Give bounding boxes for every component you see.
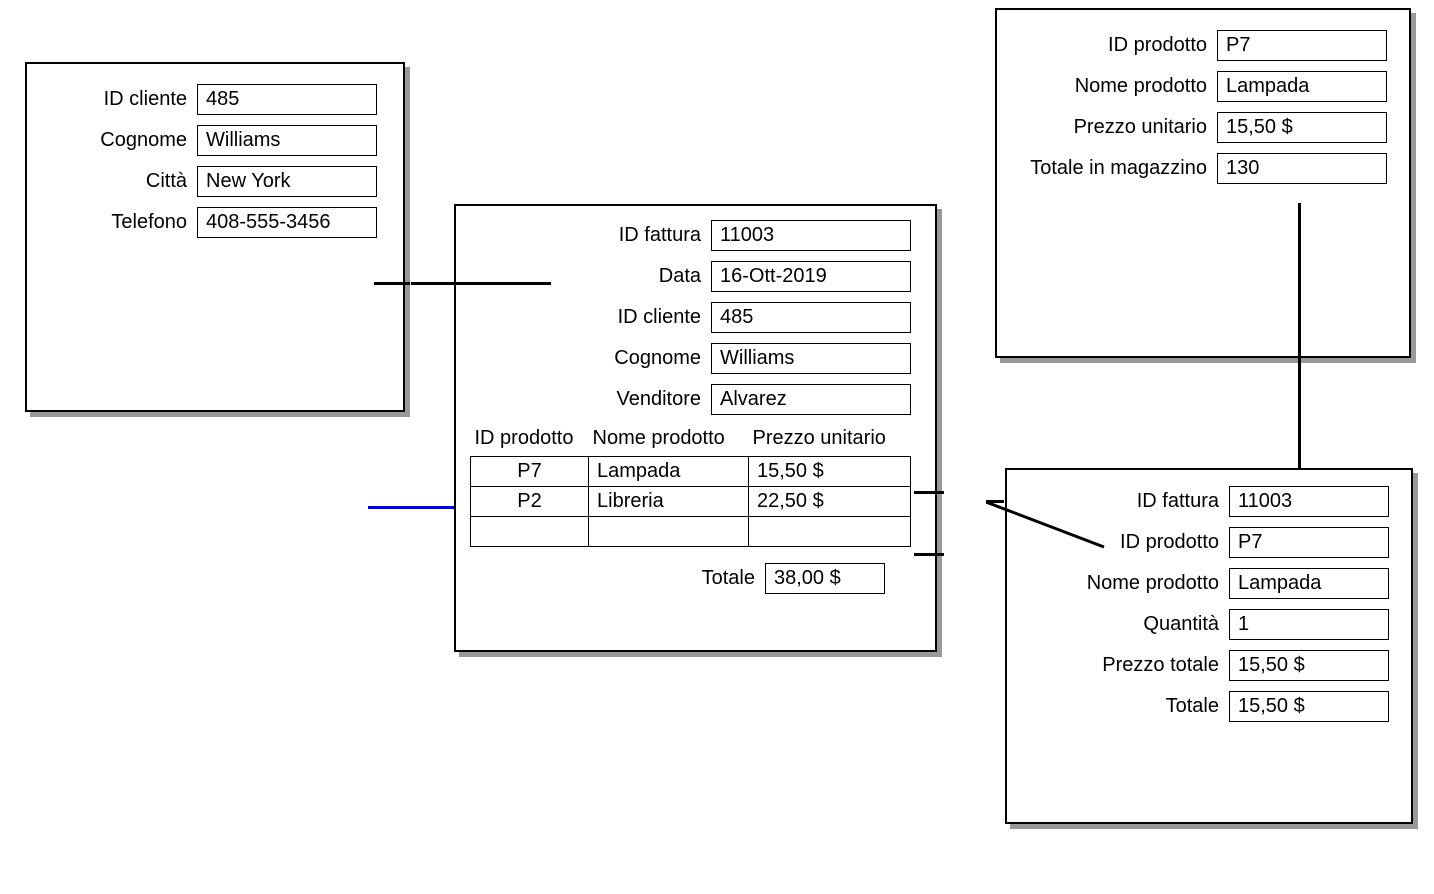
cell-unit-price[interactable] bbox=[749, 517, 911, 547]
invoice-date-field[interactable]: 16-Ott-2019 bbox=[711, 261, 911, 292]
cell-product-name[interactable]: Libreria bbox=[589, 487, 749, 517]
table-row bbox=[471, 517, 911, 547]
lineitem-total-field[interactable]: 15,50 $ bbox=[1229, 691, 1389, 722]
invoice-surname-label: Cognome bbox=[456, 347, 711, 370]
invoice-id-field[interactable]: 11003 bbox=[711, 220, 911, 251]
product-price-label: Prezzo unitario bbox=[997, 116, 1217, 139]
invoice-products-table: ID prodotto Nome prodotto Prezzo unitari… bbox=[470, 425, 911, 547]
lineitem-product-name-label: Nome prodotto bbox=[1007, 572, 1229, 595]
connector-product-lineitem-v2 bbox=[1298, 358, 1301, 468]
product-id-field[interactable]: P7 bbox=[1217, 30, 1387, 61]
cell-unit-price[interactable]: 15,50 $ bbox=[749, 457, 911, 487]
cell-unit-price[interactable]: 22,50 $ bbox=[749, 487, 911, 517]
table-row: P7 Lampada 15,50 $ bbox=[471, 457, 911, 487]
invoice-panel: ID fattura 11003 Data 16-Ott-2019 ID cli… bbox=[454, 204, 937, 652]
cell-product-id[interactable]: P7 bbox=[471, 457, 589, 487]
cell-product-name[interactable]: Lampada bbox=[589, 457, 749, 487]
cell-product-id[interactable] bbox=[471, 517, 589, 547]
invoice-client-id-label: ID cliente bbox=[456, 306, 711, 329]
table-row: P2 Libreria 22,50 $ bbox=[471, 487, 911, 517]
lineitem-quantity-label: Quantità bbox=[1007, 613, 1229, 636]
invoice-id-label: ID fattura bbox=[456, 224, 711, 247]
client-city-label: Città bbox=[27, 170, 197, 193]
client-id-label: ID cliente bbox=[27, 88, 197, 111]
lineitem-quantity-field[interactable]: 1 bbox=[1229, 609, 1389, 640]
lineitem-total-label: Totale bbox=[1007, 695, 1229, 718]
client-surname-field[interactable]: Williams bbox=[197, 125, 377, 156]
connector-client-invoice bbox=[374, 282, 410, 285]
cell-product-id[interactable]: P2 bbox=[471, 487, 589, 517]
client-surname-label: Cognome bbox=[27, 129, 197, 152]
connector-table-row1-right bbox=[914, 491, 944, 494]
product-id-label: ID prodotto bbox=[997, 34, 1217, 57]
th-product-name: Nome prodotto bbox=[589, 425, 749, 457]
invoice-seller-field[interactable]: Alvarez bbox=[711, 384, 911, 415]
lineitem-product-name-field[interactable]: Lampada bbox=[1229, 568, 1389, 599]
lineitem-invoice-id-field[interactable]: 11003 bbox=[1229, 486, 1389, 517]
th-unit-price: Prezzo unitario bbox=[749, 425, 911, 457]
product-stock-label: Totale in magazzino bbox=[997, 157, 1217, 180]
connector-client-invoice bbox=[411, 282, 551, 285]
cell-product-name[interactable] bbox=[589, 517, 749, 547]
invoice-seller-label: Venditore bbox=[456, 388, 711, 411]
invoice-total-label: Totale bbox=[702, 567, 765, 590]
lineitem-total-price-label: Prezzo totale bbox=[1007, 654, 1229, 677]
invoice-surname-field[interactable]: Williams bbox=[711, 343, 911, 374]
lineitem-total-price-field[interactable]: 15,50 $ bbox=[1229, 650, 1389, 681]
client-id-field[interactable]: 485 bbox=[197, 84, 377, 115]
product-panel: ID prodotto P7 Nome prodotto Lampada Pre… bbox=[995, 8, 1411, 358]
client-panel: ID cliente 485 Cognome Williams Città Ne… bbox=[25, 62, 405, 412]
invoice-total-field[interactable]: 38,00 $ bbox=[765, 563, 885, 594]
table-header-row: ID prodotto Nome prodotto Prezzo unitari… bbox=[471, 425, 911, 457]
product-name-field[interactable]: Lampada bbox=[1217, 71, 1387, 102]
client-phone-label: Telefono bbox=[27, 211, 197, 234]
client-city-field[interactable]: New York bbox=[197, 166, 377, 197]
product-price-field[interactable]: 15,50 $ bbox=[1217, 112, 1387, 143]
invoice-client-id-field[interactable]: 485 bbox=[711, 302, 911, 333]
client-phone-field[interactable]: 408-555-3456 bbox=[197, 207, 377, 238]
connector-table-row3-right bbox=[914, 553, 944, 556]
product-name-label: Nome prodotto bbox=[997, 75, 1217, 98]
connector-invoice-lineitem-diag bbox=[986, 500, 1110, 550]
connector-table-left bbox=[368, 506, 454, 509]
product-stock-field[interactable]: 130 bbox=[1217, 153, 1387, 184]
connector-product-lineitem-v1 bbox=[1298, 203, 1301, 358]
th-product-id: ID prodotto bbox=[471, 425, 589, 457]
lineitem-product-id-field[interactable]: P7 bbox=[1229, 527, 1389, 558]
